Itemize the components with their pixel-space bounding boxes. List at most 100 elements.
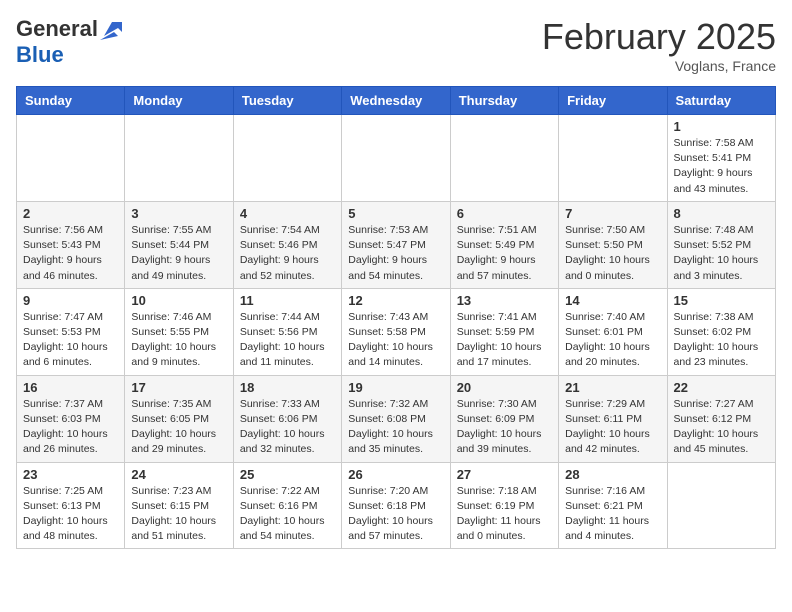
day-info: Sunrise: 7:27 AM Sunset: 6:12 PM Dayligh… [674, 397, 769, 458]
day-info: Sunrise: 7:47 AM Sunset: 5:53 PM Dayligh… [23, 310, 118, 371]
day-info: Sunrise: 7:20 AM Sunset: 6:18 PM Dayligh… [348, 484, 443, 545]
day-info: Sunrise: 7:38 AM Sunset: 6:02 PM Dayligh… [674, 310, 769, 371]
calendar-cell [17, 115, 125, 202]
day-number: 3 [131, 206, 226, 221]
day-info: Sunrise: 7:56 AM Sunset: 5:43 PM Dayligh… [23, 223, 118, 284]
day-info: Sunrise: 7:23 AM Sunset: 6:15 PM Dayligh… [131, 484, 226, 545]
logo-general-text: General [16, 16, 98, 42]
location: Voglans, France [542, 58, 776, 74]
day-number: 2 [23, 206, 118, 221]
day-info: Sunrise: 7:18 AM Sunset: 6:19 PM Dayligh… [457, 484, 552, 545]
calendar-cell: 1 Sunrise: 7:58 AM Sunset: 5:41 PM Daylig… [667, 115, 775, 202]
day-info: Sunrise: 7:44 AM Sunset: 5:56 PM Dayligh… [240, 310, 335, 371]
calendar-cell: 2 Sunrise: 7:56 AM Sunset: 5:43 PM Daylig… [17, 201, 125, 288]
day-info: Sunrise: 7:25 AM Sunset: 6:13 PM Dayligh… [23, 484, 118, 545]
calendar-cell [559, 115, 667, 202]
calendar-cell: 27 Sunrise: 7:18 AM Sunset: 6:19 PM Dayli… [450, 462, 558, 549]
day-info: Sunrise: 7:16 AM Sunset: 6:21 PM Dayligh… [565, 484, 660, 545]
day-header-monday: Monday [125, 87, 233, 115]
logo-blue-text: Blue [16, 42, 64, 68]
calendar-header-row: SundayMondayTuesdayWednesdayThursdayFrid… [17, 87, 776, 115]
title-block: February 2025 Voglans, France [542, 16, 776, 74]
day-info: Sunrise: 7:41 AM Sunset: 5:59 PM Dayligh… [457, 310, 552, 371]
calendar-cell [667, 462, 775, 549]
calendar-week-row: 9 Sunrise: 7:47 AM Sunset: 5:53 PM Daylig… [17, 288, 776, 375]
calendar-cell: 12 Sunrise: 7:43 AM Sunset: 5:58 PM Dayli… [342, 288, 450, 375]
day-header-friday: Friday [559, 87, 667, 115]
day-number: 15 [674, 293, 769, 308]
day-info: Sunrise: 7:54 AM Sunset: 5:46 PM Dayligh… [240, 223, 335, 284]
calendar-cell: 25 Sunrise: 7:22 AM Sunset: 6:16 PM Dayli… [233, 462, 341, 549]
day-number: 19 [348, 380, 443, 395]
month-title: February 2025 [542, 16, 776, 58]
day-info: Sunrise: 7:46 AM Sunset: 5:55 PM Dayligh… [131, 310, 226, 371]
day-info: Sunrise: 7:32 AM Sunset: 6:08 PM Dayligh… [348, 397, 443, 458]
day-header-sunday: Sunday [17, 87, 125, 115]
day-info: Sunrise: 7:43 AM Sunset: 5:58 PM Dayligh… [348, 310, 443, 371]
calendar-table: SundayMondayTuesdayWednesdayThursdayFrid… [16, 86, 776, 549]
day-number: 23 [23, 467, 118, 482]
calendar-cell: 3 Sunrise: 7:55 AM Sunset: 5:44 PM Daylig… [125, 201, 233, 288]
day-info: Sunrise: 7:48 AM Sunset: 5:52 PM Dayligh… [674, 223, 769, 284]
day-number: 9 [23, 293, 118, 308]
day-number: 21 [565, 380, 660, 395]
day-header-saturday: Saturday [667, 87, 775, 115]
calendar-cell: 21 Sunrise: 7:29 AM Sunset: 6:11 PM Dayli… [559, 375, 667, 462]
calendar-cell: 8 Sunrise: 7:48 AM Sunset: 5:52 PM Daylig… [667, 201, 775, 288]
day-number: 6 [457, 206, 552, 221]
calendar-cell: 9 Sunrise: 7:47 AM Sunset: 5:53 PM Daylig… [17, 288, 125, 375]
day-info: Sunrise: 7:35 AM Sunset: 6:05 PM Dayligh… [131, 397, 226, 458]
calendar-week-row: 2 Sunrise: 7:56 AM Sunset: 5:43 PM Daylig… [17, 201, 776, 288]
day-number: 18 [240, 380, 335, 395]
logo: General Blue [16, 16, 122, 68]
day-number: 4 [240, 206, 335, 221]
day-number: 7 [565, 206, 660, 221]
day-info: Sunrise: 7:22 AM Sunset: 6:16 PM Dayligh… [240, 484, 335, 545]
day-info: Sunrise: 7:40 AM Sunset: 6:01 PM Dayligh… [565, 310, 660, 371]
calendar-cell: 15 Sunrise: 7:38 AM Sunset: 6:02 PM Dayli… [667, 288, 775, 375]
calendar-cell [342, 115, 450, 202]
day-number: 14 [565, 293, 660, 308]
day-info: Sunrise: 7:30 AM Sunset: 6:09 PM Dayligh… [457, 397, 552, 458]
calendar-cell: 4 Sunrise: 7:54 AM Sunset: 5:46 PM Daylig… [233, 201, 341, 288]
page-header: General Blue February 2025 Voglans, Fran… [16, 16, 776, 74]
day-info: Sunrise: 7:29 AM Sunset: 6:11 PM Dayligh… [565, 397, 660, 458]
day-info: Sunrise: 7:51 AM Sunset: 5:49 PM Dayligh… [457, 223, 552, 284]
calendar-cell: 13 Sunrise: 7:41 AM Sunset: 5:59 PM Dayli… [450, 288, 558, 375]
day-number: 1 [674, 119, 769, 134]
day-number: 22 [674, 380, 769, 395]
day-number: 28 [565, 467, 660, 482]
calendar-week-row: 23 Sunrise: 7:25 AM Sunset: 6:13 PM Dayli… [17, 462, 776, 549]
calendar-cell: 6 Sunrise: 7:51 AM Sunset: 5:49 PM Daylig… [450, 201, 558, 288]
logo-icon [100, 18, 122, 40]
calendar-cell: 14 Sunrise: 7:40 AM Sunset: 6:01 PM Dayli… [559, 288, 667, 375]
calendar-cell: 28 Sunrise: 7:16 AM Sunset: 6:21 PM Dayli… [559, 462, 667, 549]
calendar-week-row: 16 Sunrise: 7:37 AM Sunset: 6:03 PM Dayli… [17, 375, 776, 462]
day-number: 10 [131, 293, 226, 308]
calendar-cell: 20 Sunrise: 7:30 AM Sunset: 6:09 PM Dayli… [450, 375, 558, 462]
day-number: 27 [457, 467, 552, 482]
day-number: 13 [457, 293, 552, 308]
day-number: 25 [240, 467, 335, 482]
day-number: 8 [674, 206, 769, 221]
day-info: Sunrise: 7:58 AM Sunset: 5:41 PM Dayligh… [674, 136, 769, 197]
calendar-cell: 7Sunrise: 7:50 AM Sunset: 5:50 PM Daylig… [559, 201, 667, 288]
calendar-cell: 10 Sunrise: 7:46 AM Sunset: 5:55 PM Dayli… [125, 288, 233, 375]
day-number: 12 [348, 293, 443, 308]
day-header-wednesday: Wednesday [342, 87, 450, 115]
calendar-cell [233, 115, 341, 202]
calendar-cell: 23 Sunrise: 7:25 AM Sunset: 6:13 PM Dayli… [17, 462, 125, 549]
calendar-cell: 19 Sunrise: 7:32 AM Sunset: 6:08 PM Dayli… [342, 375, 450, 462]
day-info: Sunrise: 7:55 AM Sunset: 5:44 PM Dayligh… [131, 223, 226, 284]
day-header-thursday: Thursday [450, 87, 558, 115]
calendar-cell: 17Sunrise: 7:35 AM Sunset: 6:05 PM Dayli… [125, 375, 233, 462]
day-number: 20 [457, 380, 552, 395]
day-number: 16 [23, 380, 118, 395]
calendar-cell [125, 115, 233, 202]
day-number: 11 [240, 293, 335, 308]
day-info: Sunrise: 7:37 AM Sunset: 6:03 PM Dayligh… [23, 397, 118, 458]
calendar-cell: 26Sunrise: 7:20 AM Sunset: 6:18 PM Dayli… [342, 462, 450, 549]
calendar-cell: 16 Sunrise: 7:37 AM Sunset: 6:03 PM Dayli… [17, 375, 125, 462]
calendar-cell: 22 Sunrise: 7:27 AM Sunset: 6:12 PM Dayli… [667, 375, 775, 462]
calendar-week-row: 1 Sunrise: 7:58 AM Sunset: 5:41 PM Daylig… [17, 115, 776, 202]
